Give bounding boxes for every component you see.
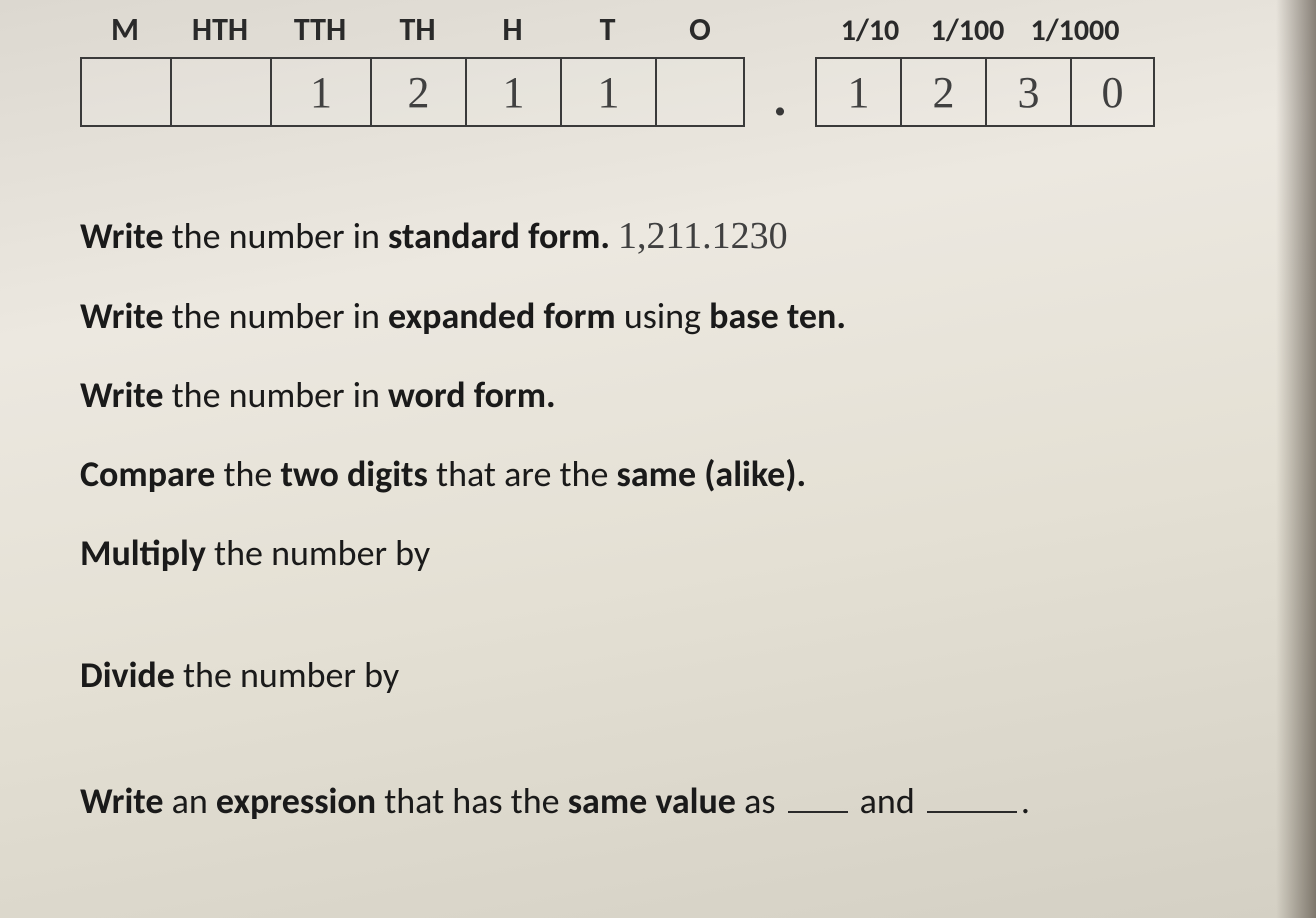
q1-verb: Write <box>80 214 163 258</box>
box-ten-thousandths: 0 <box>1070 57 1155 127</box>
q7-period: . <box>1021 779 1030 823</box>
header-ten-thousands: TTH <box>270 10 370 49</box>
q1-answer: 1,211.1230 <box>618 215 788 257</box>
question-expanded-form: Write the number in expanded form using … <box>80 293 1256 340</box>
header-hundredths: 1/100 <box>915 12 1020 49</box>
q7-text3: as <box>736 779 784 823</box>
q3-term: word form. <box>388 373 556 417</box>
header-ones: O <box>655 10 745 49</box>
decimal-point: . <box>745 57 815 127</box>
q2-term1: expanded form <box>388 294 616 338</box>
q5-text: the number by <box>206 531 430 575</box>
q7-text1: an <box>163 779 215 823</box>
q3-text: the number in <box>163 373 388 417</box>
q4-text1: the <box>215 452 280 496</box>
blank-1 <box>788 785 848 813</box>
header-tenths: 1/10 <box>825 12 915 49</box>
question-compare: Compare the two digits that are the same… <box>80 451 1256 498</box>
place-value-chart: M HTH TTH TH H T O 1/10 1/100 1/1000 1 2… <box>70 10 1256 127</box>
box-hundred-thousands <box>170 57 270 127</box>
questions-section: Write the number in standard form.1,211.… <box>70 167 1256 825</box>
q2-term2: base ten. <box>709 294 846 338</box>
place-value-boxes: 1 2 1 1 . 1 2 3 0 <box>70 57 1256 127</box>
box-tens: 1 <box>560 57 655 127</box>
q1-text: the number in <box>163 214 388 258</box>
page-edge-shadow <box>1276 0 1316 918</box>
box-hundredths: 2 <box>900 57 985 127</box>
q7-text2: that has the <box>376 779 568 823</box>
box-thousands: 2 <box>370 57 465 127</box>
place-value-headers: M HTH TTH TH H T O 1/10 1/100 1/1000 <box>70 10 1256 49</box>
q2-text2: using <box>616 294 709 338</box>
q1-term: standard form. <box>388 214 610 258</box>
question-multiply: Multiply the number by <box>80 530 1256 577</box>
question-expression: Write an expression that has the same va… <box>80 778 1256 825</box>
q7-term1: expression <box>216 779 376 823</box>
q4-term1: two digits <box>280 452 427 496</box>
header-hundreds: H <box>465 10 560 49</box>
question-standard-form: Write the number in standard form.1,211.… <box>80 212 1256 261</box>
header-tens: T <box>560 10 655 49</box>
box-hundreds: 1 <box>465 57 560 127</box>
q4-text2: that are the <box>428 452 617 496</box>
blank-2 <box>927 785 1017 813</box>
header-millions: M <box>80 10 170 49</box>
worksheet-paper: M HTH TTH TH H T O 1/10 1/100 1/1000 1 2… <box>0 0 1316 918</box>
question-word-form: Write the number in word form. <box>80 372 1256 419</box>
header-thousands: TH <box>370 10 465 49</box>
q2-text1: the number in <box>163 294 388 338</box>
q6-verb: Divide <box>80 653 175 697</box>
q7-and: and <box>852 779 923 823</box>
box-thousandths: 3 <box>985 57 1070 127</box>
header-thousandths: 1/1000 <box>1020 12 1130 49</box>
box-ten-thousands: 1 <box>270 57 370 127</box>
q4-verb: Compare <box>80 452 215 496</box>
box-tenths: 1 <box>815 57 900 127</box>
box-ones <box>655 57 745 127</box>
header-hundred-thousands: HTH <box>170 10 270 49</box>
q4-term2: same (alike). <box>617 452 807 496</box>
q7-term2: same value <box>568 779 736 823</box>
q3-verb: Write <box>80 373 163 417</box>
q7-verb: Write <box>80 779 163 823</box>
question-divide: Divide the number by <box>80 652 1256 699</box>
box-millions <box>80 57 170 127</box>
q6-text: the number by <box>175 653 399 697</box>
q2-verb: Write <box>80 294 163 338</box>
q5-verb: Multiply <box>80 531 206 575</box>
